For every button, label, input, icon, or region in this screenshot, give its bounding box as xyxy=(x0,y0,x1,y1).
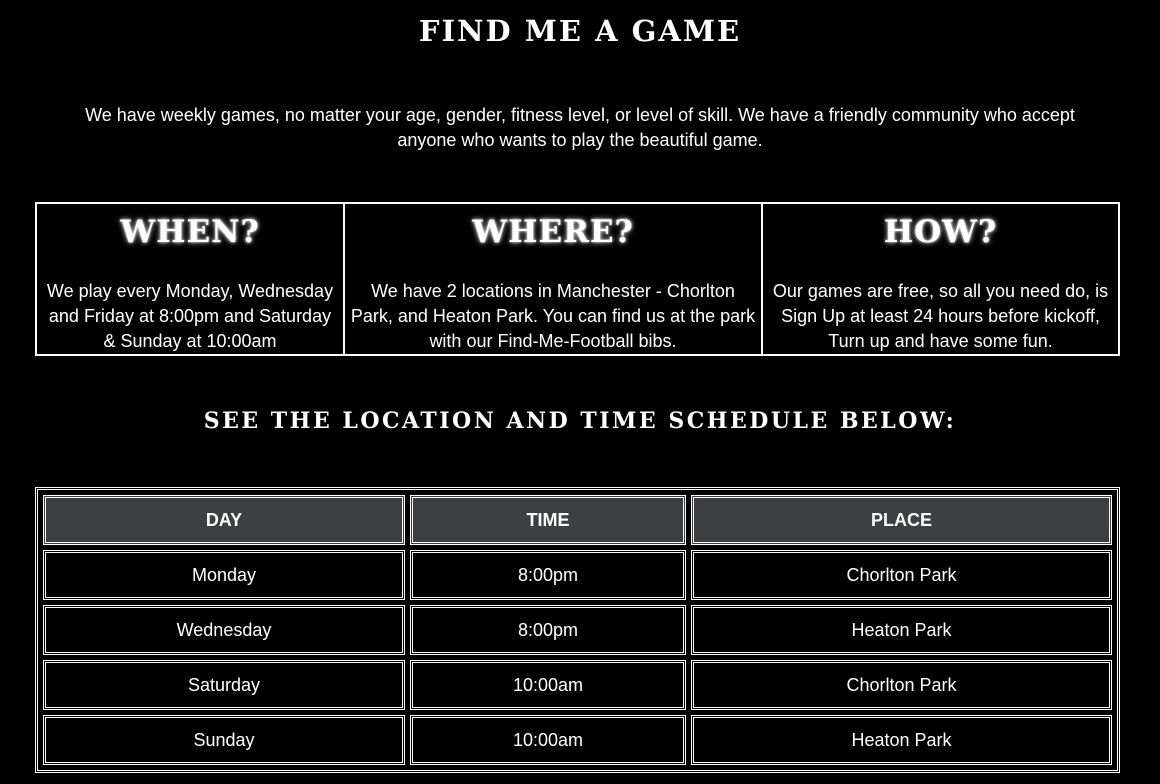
when-box: WHEN? We play every Monday, Wednesday an… xyxy=(37,204,343,354)
header-place: PLACE xyxy=(691,495,1112,545)
cell-place: Chorlton Park xyxy=(691,550,1112,600)
cell-day: Saturday xyxy=(43,660,405,710)
cell-place: Heaton Park xyxy=(691,605,1112,655)
where-box: WHERE? We have 2 locations in Manchester… xyxy=(343,204,761,354)
table-row: Wednesday 8:00pm Heaton Park xyxy=(43,605,1112,655)
cell-day: Wednesday xyxy=(43,605,405,655)
cell-time: 8:00pm xyxy=(410,605,686,655)
when-heading: WHEN? xyxy=(120,214,260,250)
table-row: Monday 8:00pm Chorlton Park xyxy=(43,550,1112,600)
where-heading: WHERE? xyxy=(472,214,634,250)
table-header-row: DAY TIME PLACE xyxy=(43,495,1112,545)
table-row: Sunday 10:00am Heaton Park xyxy=(43,715,1112,765)
page-title: FIND ME A GAME xyxy=(418,14,742,48)
when-text: We play every Monday, Wednesday and Frid… xyxy=(46,281,334,351)
how-text: Our games are free, so all you need do, … xyxy=(772,281,1109,351)
header-time: TIME xyxy=(410,495,686,545)
cell-time: 10:00am xyxy=(410,715,686,765)
header-day: DAY xyxy=(43,495,405,545)
schedule-table: DAY TIME PLACE Monday 8:00pm Chorlton Pa… xyxy=(35,487,1120,773)
cell-day: Sunday xyxy=(43,715,405,765)
table-row: Saturday 10:00am Chorlton Park xyxy=(43,660,1112,710)
intro-text: We have weekly games, no matter your age… xyxy=(85,105,1075,150)
cell-time: 8:00pm xyxy=(410,550,686,600)
info-grid: WHEN? We play every Monday, Wednesday an… xyxy=(35,202,1120,356)
cell-time: 10:00am xyxy=(410,660,686,710)
schedule-heading: SEE THE LOCATION AND TIME SCHEDULE BELOW… xyxy=(203,408,957,434)
cell-place: Heaton Park xyxy=(691,715,1112,765)
cell-day: Monday xyxy=(43,550,405,600)
where-text: We have 2 locations in Manchester - Chor… xyxy=(350,281,756,351)
how-heading: HOW? xyxy=(883,214,998,250)
how-box: HOW? Our games are free, so all you need… xyxy=(761,204,1118,354)
cell-place: Chorlton Park xyxy=(691,660,1112,710)
